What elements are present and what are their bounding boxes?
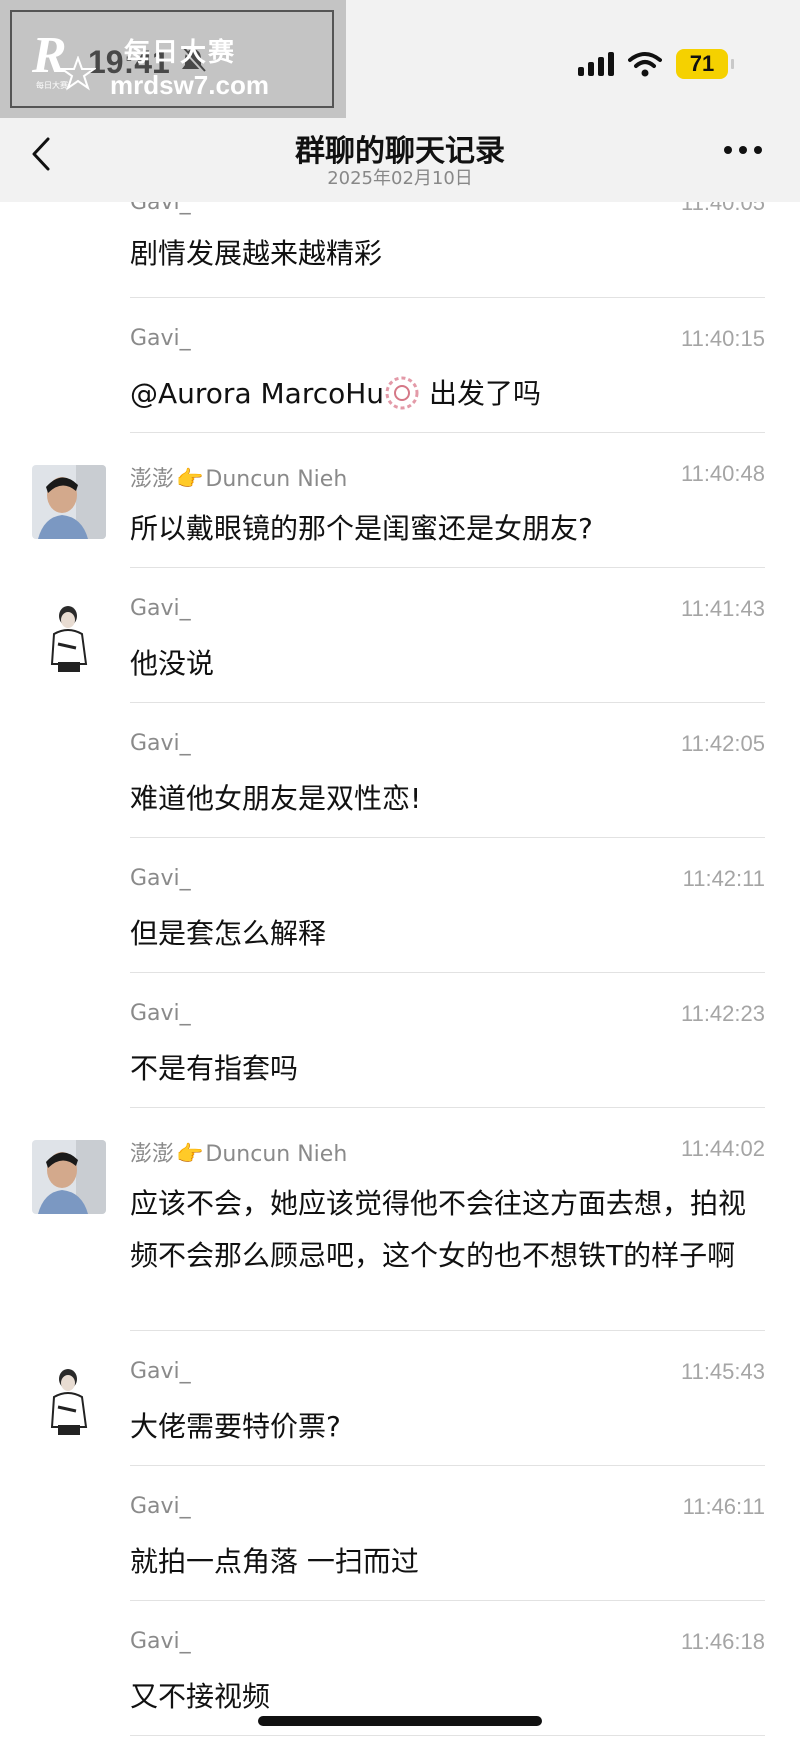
sender-name: 澎澎👉Duncun Nieh [130,1142,348,1167]
message-time: 11:46:18 [680,1629,765,1654]
divider [130,1600,765,1601]
sender-name: Gavi_ [130,596,191,621]
divider [130,837,765,838]
message-text: 大佬需要特价票? [130,1410,341,1443]
divider [130,567,765,568]
sender-name: Gavi_ [130,1001,191,1026]
sender-name: Gavi_ [130,866,191,891]
sender-name: Gavi_ [130,1629,191,1654]
mention-link[interactable]: @Aurora MarcoHu [130,377,384,410]
watermark-brand: 每日大赛 [124,38,237,68]
avatar[interactable] [32,600,106,674]
message-text: 难道他女朋友是双性恋! [130,782,422,815]
pointing-hand-icon: 👉 [176,1142,204,1167]
message-time: 11:42:11 [682,866,765,891]
avatar[interactable] [32,1140,106,1214]
sender-name: 澎澎👉Duncun Nieh [130,467,348,492]
message-time: 11:45:43 [680,1359,765,1384]
page-subtitle-date: 2025年02月10日 [327,168,473,189]
divider [130,702,765,703]
message-text: 所以戴眼镜的那个是闺蜜还是女朋友? [130,512,593,545]
cellular-signal-icon [578,52,614,76]
watermark-url: mrdsw7.com [110,70,269,100]
more-options-icon[interactable] [724,146,762,154]
message-time: 11:44:02 [680,1136,765,1161]
message-time: 11:42:05 [680,731,765,756]
message-time: 11:41:43 [680,596,765,621]
divider [130,1465,765,1466]
divider [130,432,765,433]
message-time: 11:40:48 [680,461,765,486]
battery-indicator: 71 [676,49,734,79]
pointing-hand-icon: 👉 [176,467,204,492]
sender-name: Gavi_ [130,326,191,351]
message-time: 11:42:23 [680,1001,765,1026]
message-time: 11:40:15 [680,326,765,351]
divider [130,972,765,973]
message-text: 但是套怎么解释 [130,917,327,950]
message-list: Gavi_ 11:40:05 剧情发展越来越精彩 Gavi_ 11:40:15 … [0,0,800,1741]
flower-emoji-icon [385,376,419,410]
divider [130,1330,765,1331]
message-text-suffix: 出发了吗 [420,377,541,410]
home-indicator[interactable] [258,1716,542,1726]
sender-name: Gavi_ [130,1494,191,1519]
message-text: @Aurora MarcoHu 出发了吗 [130,368,770,420]
message-text: 就拍一点角落 一扫而过 [130,1545,419,1578]
sender-name: Gavi_ [130,731,191,756]
avatar[interactable] [32,465,106,539]
watermark: R 每日大赛 每日大赛 mrdsw7.com [0,0,346,118]
status-indicators: 71 [578,48,734,80]
message-text: 剧情发展越来越精彩 [130,237,383,270]
sender-name: Gavi_ [130,1359,191,1384]
message-time: 11:46:11 [682,1494,765,1519]
divider [130,297,765,298]
message-text: 他没说 [130,647,215,680]
divider [130,1107,765,1108]
avatar[interactable] [32,1363,106,1437]
message-text: 应该不会，她应该觉得他不会往这方面去想，拍视频不会那么顾忌吧，这个女的也不想铁T… [130,1187,747,1272]
wifi-icon [628,52,662,77]
divider [130,1735,765,1736]
message-text: 不是有指套吗 [130,1052,299,1085]
